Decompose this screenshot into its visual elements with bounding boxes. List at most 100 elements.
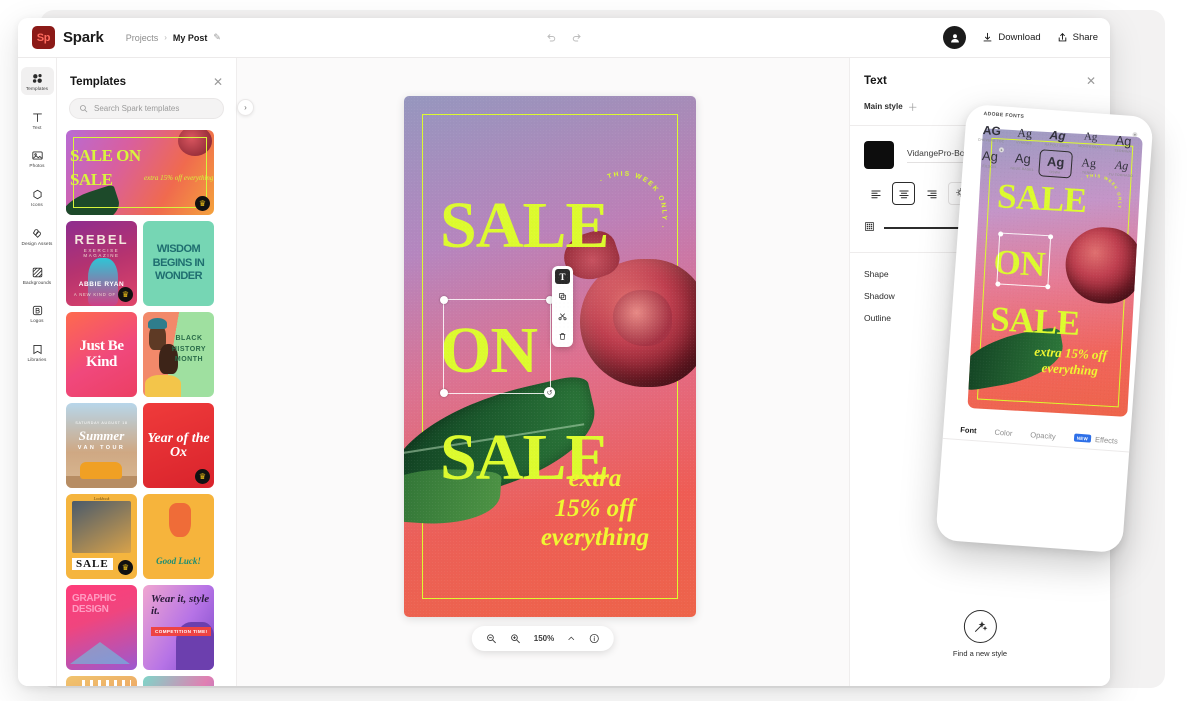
search-icon bbox=[79, 100, 88, 118]
selection-box[interactable]: ↺ bbox=[440, 296, 555, 398]
plus-icon[interactable]: ＋ bbox=[908, 99, 918, 114]
zoom-level[interactable]: 150% bbox=[534, 634, 554, 643]
align-right-icon[interactable] bbox=[920, 182, 943, 205]
delete-icon[interactable] bbox=[555, 329, 570, 344]
font-cell[interactable]: ✦ Ag FILSON bbox=[972, 144, 1007, 173]
canvas-stage[interactable]: · THIS WEEK ONLY · SALE ON SALE extra 15… bbox=[237, 58, 849, 686]
template-card-solde[interactable]: Solde bbox=[143, 676, 214, 686]
download-button[interactable]: Download bbox=[982, 32, 1041, 43]
template-card-rebel[interactable]: REBEL EXERCISE MAGAZINE ABBIE RYAN A NEW… bbox=[66, 221, 137, 306]
sidebar-label: Templates bbox=[25, 86, 49, 91]
sidebar-label: Backgrounds bbox=[22, 279, 52, 285]
premium-crown-icon: ♛ bbox=[118, 287, 133, 302]
download-label: Download bbox=[998, 32, 1041, 43]
font-cell[interactable]: Ag TENEZ bbox=[1071, 152, 1106, 181]
sidebar-item-text[interactable]: Text bbox=[21, 106, 54, 134]
info-icon[interactable] bbox=[589, 633, 600, 644]
sidebar-item-design-assets[interactable]: Design Assets bbox=[21, 222, 54, 250]
templates-icon bbox=[31, 72, 44, 85]
font-name: CHEVERE TOC bbox=[977, 137, 1005, 144]
close-icon[interactable]: ✕ bbox=[1086, 75, 1096, 87]
crop-icon[interactable] bbox=[555, 309, 570, 324]
chevron-up-icon[interactable] bbox=[567, 634, 576, 643]
zoom-in-icon[interactable] bbox=[510, 633, 521, 644]
duplicate-icon[interactable] bbox=[555, 289, 570, 304]
font-cell-selected[interactable]: Ag OSWA bbox=[1038, 149, 1074, 179]
font-cell[interactable]: Ag MONTESSAN bbox=[1073, 127, 1108, 154]
mobile-selection-box bbox=[994, 230, 1053, 289]
font-name: TENEZ bbox=[1081, 170, 1095, 176]
find-new-style-button[interactable]: Find a new style bbox=[953, 610, 1007, 658]
spacing-icon[interactable] bbox=[864, 219, 875, 237]
expand-panel-button[interactable]: › bbox=[237, 99, 254, 116]
template-card-wear-it-style-it[interactable]: Wear it, style it. COMPETITION TIME! bbox=[143, 585, 214, 670]
font-sample: Ag bbox=[1016, 125, 1033, 141]
zoom-out-icon[interactable] bbox=[486, 633, 497, 644]
undo-icon[interactable] bbox=[545, 32, 557, 44]
sidebar-item-icons[interactable]: Icons bbox=[21, 183, 54, 211]
template-card-good-luck[interactable]: Good Luck! bbox=[143, 494, 214, 579]
offer-text[interactable]: extra 15% off everything bbox=[520, 464, 670, 553]
sidebar-item-logos[interactable]: Logos bbox=[21, 299, 54, 327]
template-card-black-history-month[interactable]: BLACK HISTORY MONTH bbox=[143, 312, 214, 397]
card-title: REBEL bbox=[74, 232, 129, 247]
align-center-icon[interactable] bbox=[892, 182, 915, 205]
artboard[interactable]: · THIS WEEK ONLY · SALE ON SALE extra 15… bbox=[404, 96, 696, 617]
template-card-sale-on-sale[interactable]: SALE ON SALE extra 15% off everything ♛ bbox=[66, 130, 214, 215]
template-card-sale-lookbook[interactable]: Lookbook SALE ♛ bbox=[66, 494, 137, 579]
curved-text[interactable]: · THIS WEEK ONLY · bbox=[596, 146, 688, 238]
font-cell[interactable]: AG CHEVERE TOC bbox=[974, 119, 1009, 146]
panel-title: Templates bbox=[70, 76, 127, 88]
share-button[interactable]: Share bbox=[1057, 32, 1098, 43]
font-cell[interactable]: Ag VYMODS bbox=[1007, 122, 1042, 149]
font-cell[interactable]: Ag NAPOLI SANS bbox=[1040, 124, 1075, 151]
template-card-just-be-kind[interactable]: Just Be Kind bbox=[66, 312, 137, 397]
resize-handle-bottom-left[interactable] bbox=[440, 389, 448, 397]
avatar[interactable] bbox=[943, 26, 967, 49]
text-tool-icon[interactable]: T bbox=[555, 269, 570, 284]
font-cell[interactable]: Ag NEUE BASEL bbox=[1005, 147, 1040, 176]
font-sample: Ag bbox=[1083, 130, 1098, 144]
headline-line-1[interactable]: SALE bbox=[440, 192, 609, 258]
sidebar-item-templates[interactable]: Templates bbox=[20, 67, 54, 95]
card-title: SALE bbox=[72, 558, 113, 570]
template-card-stripes[interactable] bbox=[66, 676, 137, 686]
template-card-summer-van-tour[interactable]: SATURDAY AUGUST 18 Summer VAN TOUR bbox=[66, 403, 137, 488]
spark-logo-icon: Sp bbox=[32, 26, 55, 49]
close-icon[interactable]: ✕ bbox=[213, 76, 223, 88]
mobile-preview-overlay: · THIS WEEK ONLY · SALE ON SALE extra 15… bbox=[935, 103, 1154, 554]
align-left-icon[interactable] bbox=[864, 182, 887, 205]
color-swatch[interactable] bbox=[864, 141, 894, 169]
resize-handle-top-left[interactable] bbox=[440, 296, 448, 304]
libraries-icon bbox=[31, 343, 44, 356]
find-new-style-label: Find a new style bbox=[952, 649, 1008, 658]
tab-color[interactable]: Color bbox=[994, 427, 1013, 437]
design-assets-icon bbox=[31, 227, 44, 240]
breadcrumb-projects[interactable]: Projects bbox=[126, 33, 159, 43]
mobile-headline-line-3: SALE bbox=[989, 299, 1081, 344]
rotate-handle[interactable]: ↺ bbox=[544, 387, 555, 398]
tab-effects-wrap[interactable]: NEW Effects bbox=[1073, 433, 1118, 445]
search-input[interactable]: Search Spark templates bbox=[69, 98, 224, 119]
template-card-graphic-design[interactable]: GRAPHIC DESIGN bbox=[66, 585, 137, 670]
stripes-shape bbox=[82, 680, 131, 686]
tab-effects[interactable]: Effects bbox=[1095, 435, 1118, 446]
font-sync-icon: ✦ bbox=[1132, 131, 1138, 138]
font-cell[interactable]: ✦ Ag TERMINA bbox=[1106, 129, 1141, 156]
magic-wand-icon bbox=[963, 610, 997, 643]
sidebar-item-photos[interactable]: Photos bbox=[21, 144, 54, 172]
sidebar-item-libraries[interactable]: Libraries bbox=[21, 338, 54, 366]
tab-opacity[interactable]: Opacity bbox=[1030, 430, 1056, 441]
redo-icon[interactable] bbox=[571, 32, 583, 44]
panel-title: Text bbox=[864, 75, 887, 87]
mobile-resize-handle-tl bbox=[997, 230, 1003, 237]
font-cell[interactable]: Ag TU TORNADO bbox=[1104, 154, 1139, 183]
template-grid: SALE ON SALE extra 15% off everything ♛ … bbox=[66, 130, 227, 686]
sidebar-item-backgrounds[interactable]: Backgrounds bbox=[21, 261, 54, 289]
card-badge: COMPETITION TIME! bbox=[151, 627, 212, 636]
rename-pencil-icon[interactable]: ✎ bbox=[213, 32, 221, 43]
template-card-year-of-the-ox[interactable]: Year of the Ox ♛ bbox=[143, 403, 214, 488]
breadcrumb-current[interactable]: My Post bbox=[173, 33, 208, 43]
tab-font[interactable]: Font bbox=[960, 425, 977, 435]
template-card-wisdom[interactable]: WISDOM BEGINS IN WONDER bbox=[143, 221, 214, 306]
